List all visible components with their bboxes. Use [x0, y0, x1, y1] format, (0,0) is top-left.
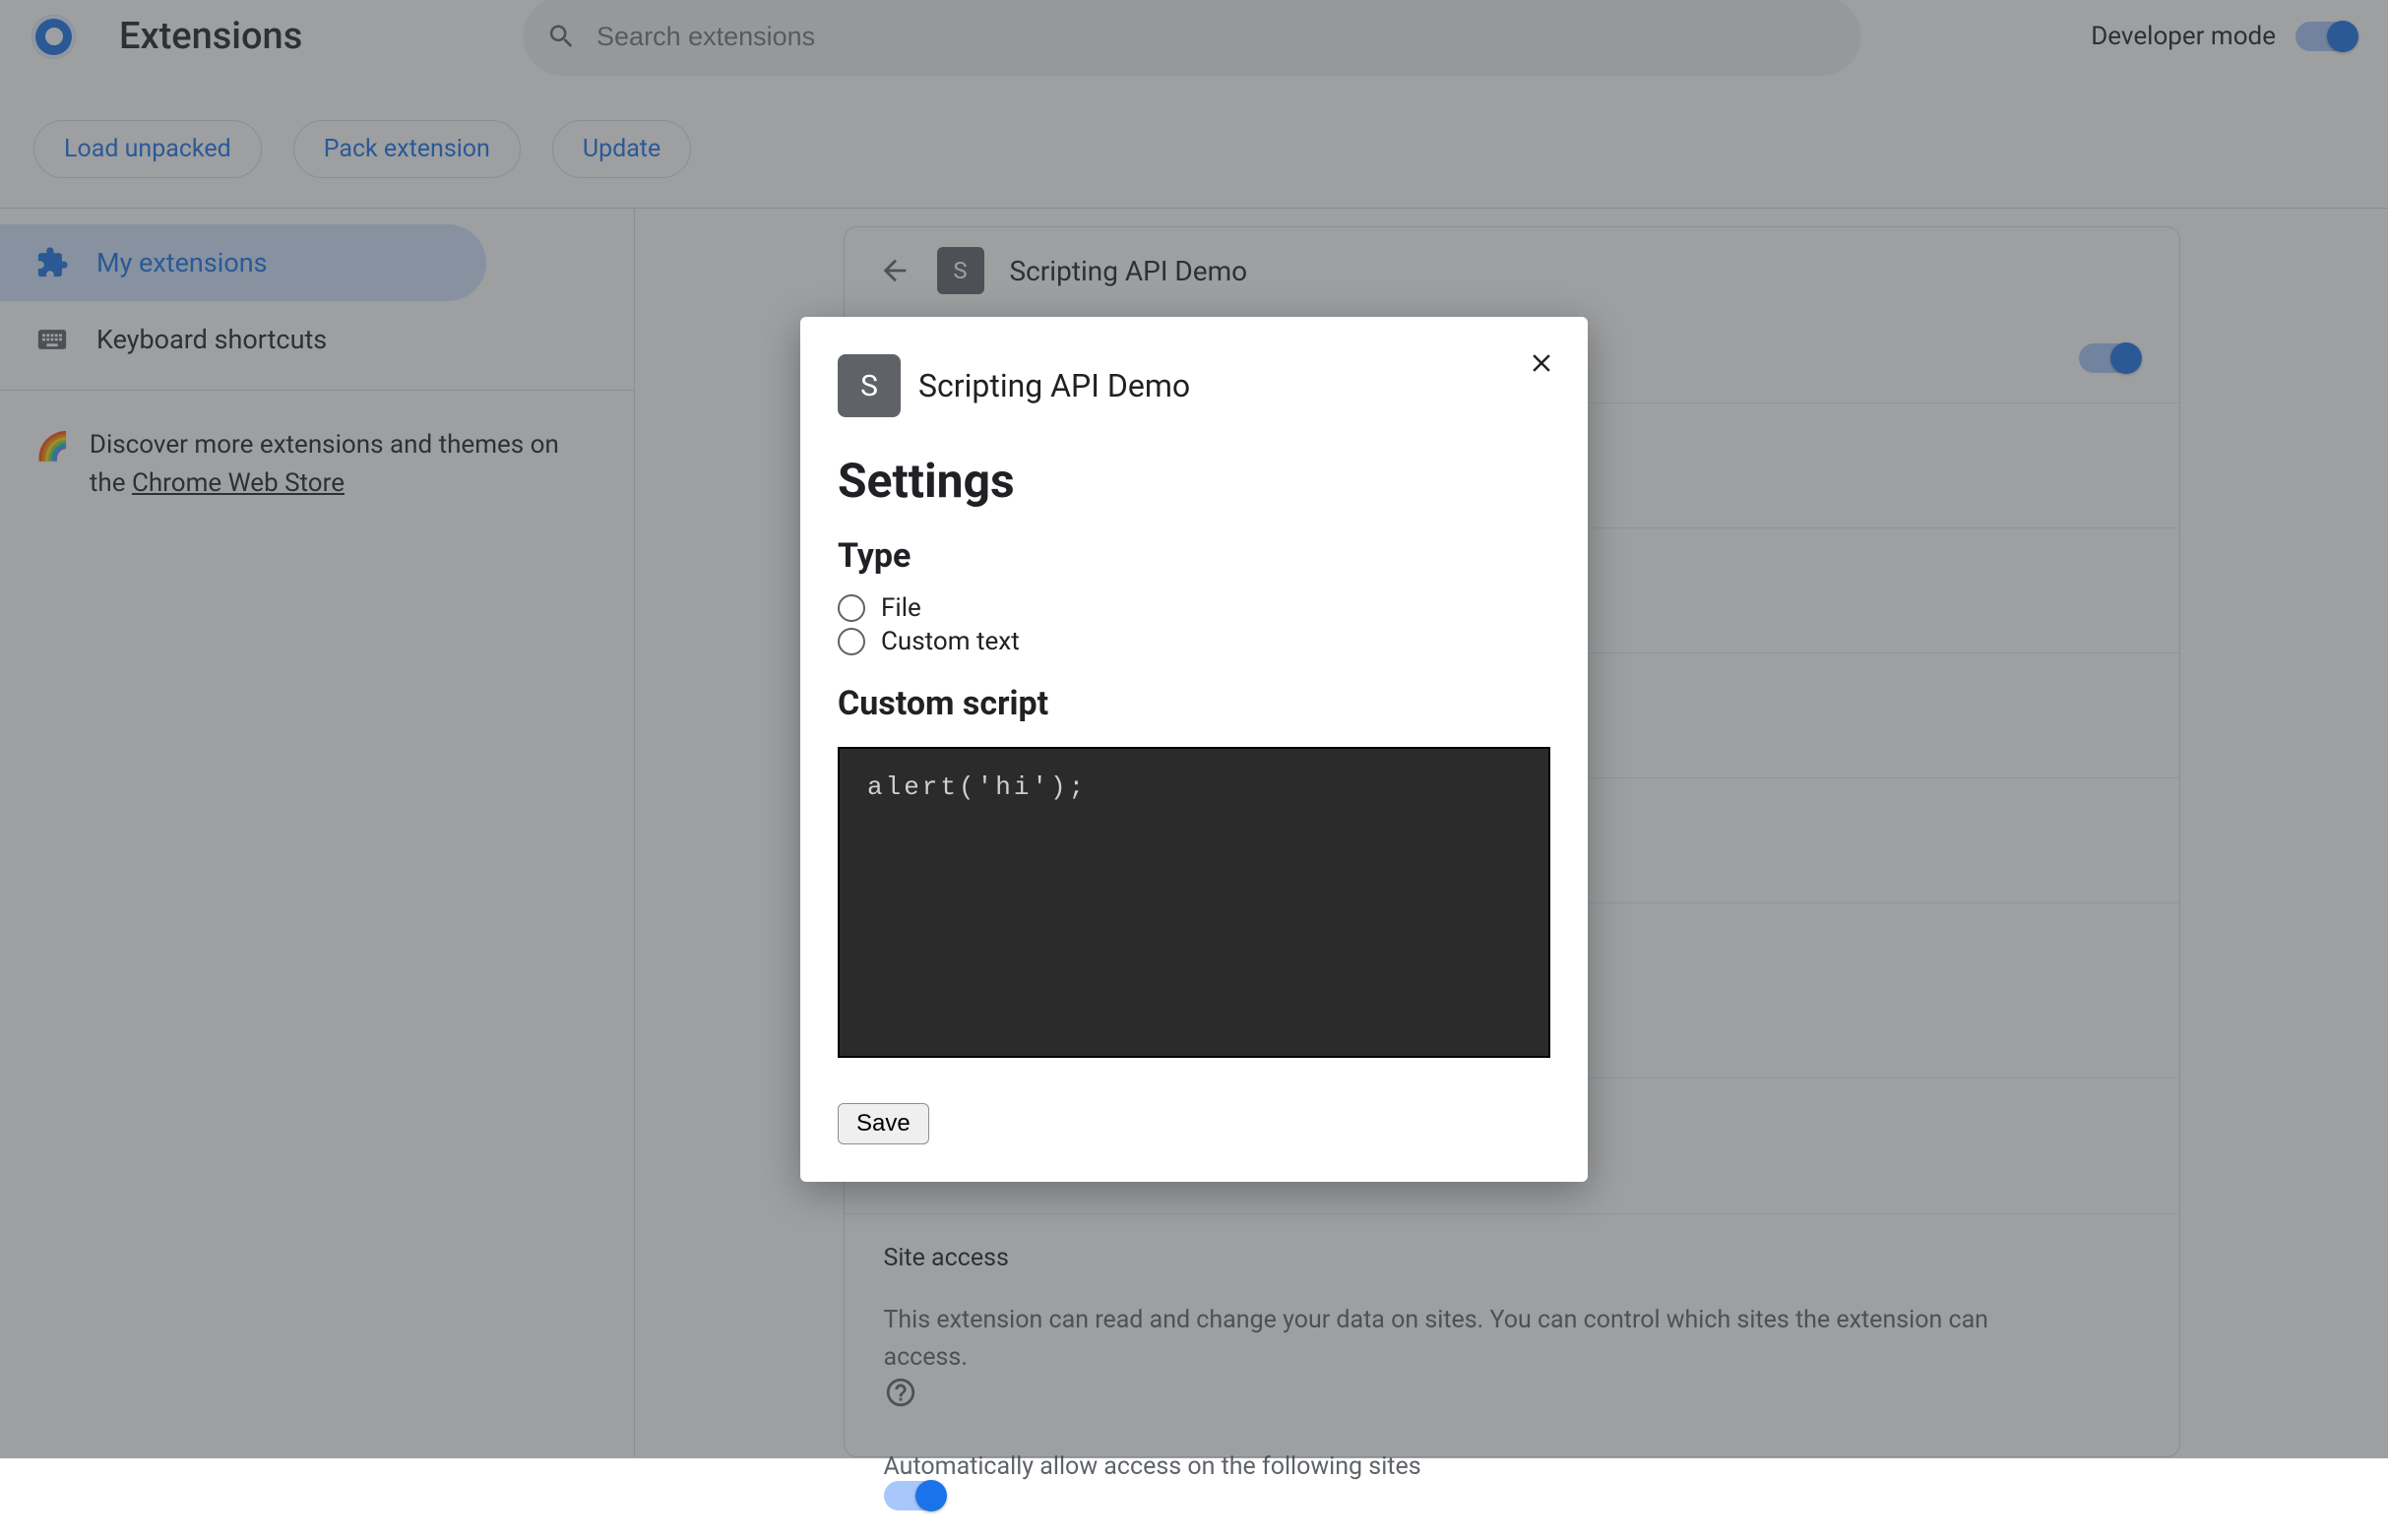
settings-heading: Settings [838, 453, 1550, 509]
radio-icon [838, 628, 865, 655]
modal-header: S Scripting API Demo [838, 354, 1550, 417]
close-icon [1527, 348, 1556, 378]
radio-label: File [881, 593, 921, 623]
save-button[interactable]: Save [838, 1103, 929, 1144]
custom-script-heading: Custom script [838, 684, 1550, 723]
modal-extension-icon: S [838, 354, 901, 417]
auto-allow-toggle[interactable] [884, 1481, 945, 1510]
settings-modal: S Scripting API Demo Settings Type File … [800, 317, 1588, 1182]
radio-label: Custom text [881, 627, 1020, 656]
custom-script-textarea[interactable] [838, 747, 1550, 1058]
type-radio-group: File Custom text [838, 593, 1550, 656]
radio-file[interactable]: File [838, 593, 1550, 623]
modal-overlay[interactable]: S Scripting API Demo Settings Type File … [0, 0, 2388, 1458]
radio-custom-text[interactable]: Custom text [838, 627, 1550, 656]
radio-icon [838, 594, 865, 622]
modal-title: Scripting API Demo [918, 367, 1190, 404]
type-heading: Type [838, 536, 1550, 576]
close-button[interactable] [1527, 348, 1556, 378]
